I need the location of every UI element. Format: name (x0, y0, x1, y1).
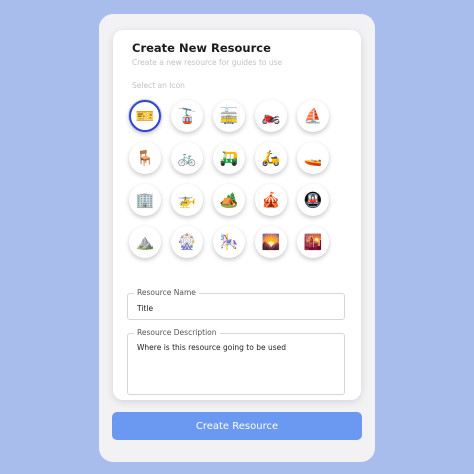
resource-description-label: Resource Description (134, 328, 220, 337)
bicycle-icon[interactable]: 🚲 (171, 142, 203, 174)
cable-car-icon[interactable]: 🚡 (171, 100, 203, 132)
chair-icon[interactable]: 🪑 (129, 142, 161, 174)
helicopter-icon[interactable]: 🚁 (171, 184, 203, 216)
create-resource-button[interactable]: Create Resource (112, 412, 362, 440)
resource-name-input[interactable] (137, 303, 337, 313)
app-frame: Create New Resource Create a new resourc… (99, 14, 375, 462)
scooter-icon[interactable]: 🛵 (255, 142, 287, 174)
carousel-horse-icon[interactable]: 🎠 (213, 226, 245, 258)
motorcycle-icon[interactable]: 🏍️ (255, 100, 287, 132)
subway-icon[interactable]: 🚇 (297, 184, 329, 216)
resource-description-field: Resource Description Where is this resou… (127, 328, 345, 395)
page-title: Create New Resource (132, 41, 271, 55)
resource-form-card: Create New Resource Create a new resourc… (113, 30, 361, 400)
page-subtitle: Create a new resource for guides to use (132, 58, 283, 67)
icon-picker-grid: 🎫 🚡 🚋 🏍️ ⛵ 🪑 🚲 🛺 🛵 🚤 🏢 🚁 🏕️ 🎪 🚇 ⛰️ 🎡 🎠 🌄 🌇 (129, 100, 335, 258)
circus-tent-icon[interactable]: 🎪 (255, 184, 287, 216)
ferris-wheel-icon[interactable]: 🎡 (171, 226, 203, 258)
camping-icon[interactable]: 🏕️ (213, 184, 245, 216)
auto-rickshaw-icon[interactable]: 🛺 (213, 142, 245, 174)
mountain-icon[interactable]: ⛰️ (129, 226, 161, 258)
sailboat-icon[interactable]: ⛵ (297, 100, 329, 132)
building-icon[interactable]: 🏢 (129, 184, 161, 216)
speedboat-icon[interactable]: 🚤 (297, 142, 329, 174)
sunrise-mountains-icon[interactable]: 🌄 (255, 226, 287, 258)
resource-name-label: Resource Name (134, 288, 199, 297)
city-sunset-icon[interactable]: 🌇 (297, 226, 329, 258)
resource-name-field: Resource Name (127, 288, 345, 320)
icon-picker-label: Select an Icon (132, 81, 185, 90)
ticket-icon[interactable]: 🎫 (129, 100, 161, 132)
tram-icon[interactable]: 🚋 (213, 100, 245, 132)
resource-description-input[interactable]: Where is this resource going to be used (137, 343, 337, 389)
